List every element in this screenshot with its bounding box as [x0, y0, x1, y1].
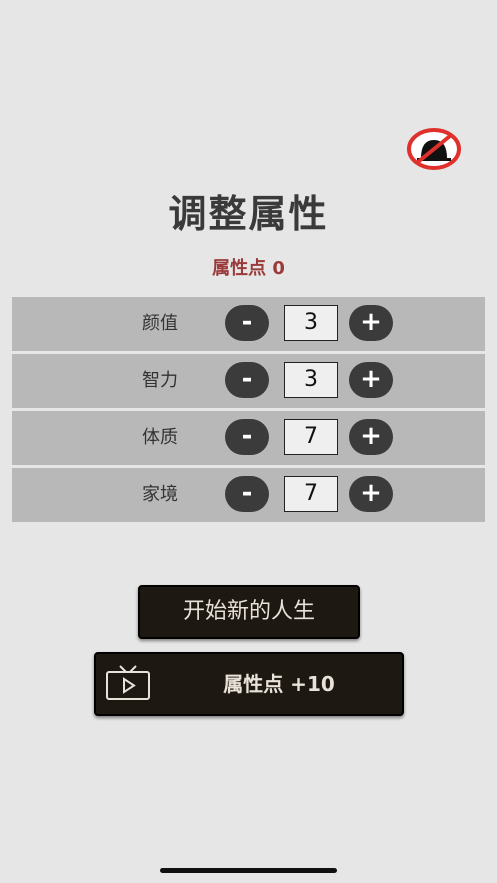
attribute-row-appearance: 颜值 - 3 +: [12, 297, 485, 351]
attribute-row-intelligence: 智力 - 3 +: [12, 354, 485, 408]
attribute-label: 智力: [142, 370, 178, 391]
decrease-button[interactable]: -: [225, 305, 269, 341]
tv-icon: [106, 665, 150, 700]
attribute-value: 7: [284, 419, 338, 455]
no-ads-icon: [407, 128, 461, 170]
increase-button[interactable]: +: [349, 362, 393, 398]
page-title: 调整属性: [168, 192, 329, 236]
decrease-button[interactable]: -: [225, 419, 269, 455]
increase-button[interactable]: +: [349, 305, 393, 341]
ad-reward-label: 属性点 +10: [223, 672, 335, 696]
attribute-value: 3: [284, 362, 338, 398]
start-new-life-button[interactable]: 开始新的人生: [138, 585, 360, 639]
attribute-label: 体质: [142, 427, 178, 448]
watch-ad-reward-button[interactable]: 属性点 +10: [94, 652, 404, 716]
decrease-button[interactable]: -: [225, 476, 269, 512]
attribute-points: 属性点 0: [212, 258, 285, 279]
attribute-row-family: 家境 - 7 +: [12, 468, 485, 522]
decrease-button[interactable]: -: [225, 362, 269, 398]
attribute-label: 颜值: [142, 313, 178, 334]
increase-button[interactable]: +: [349, 476, 393, 512]
home-indicator[interactable]: [160, 868, 337, 873]
attribute-value: 7: [284, 476, 338, 512]
attribute-value: 3: [284, 305, 338, 341]
no-ads-button[interactable]: [407, 128, 461, 170]
attribute-row-constitution: 体质 - 7 +: [12, 411, 485, 465]
attribute-table: 颜值 - 3 + 智力 - 3 + 体质 - 7 + 家境 - 7 +: [12, 297, 485, 525]
increase-button[interactable]: +: [349, 419, 393, 455]
attribute-label: 家境: [142, 484, 178, 505]
